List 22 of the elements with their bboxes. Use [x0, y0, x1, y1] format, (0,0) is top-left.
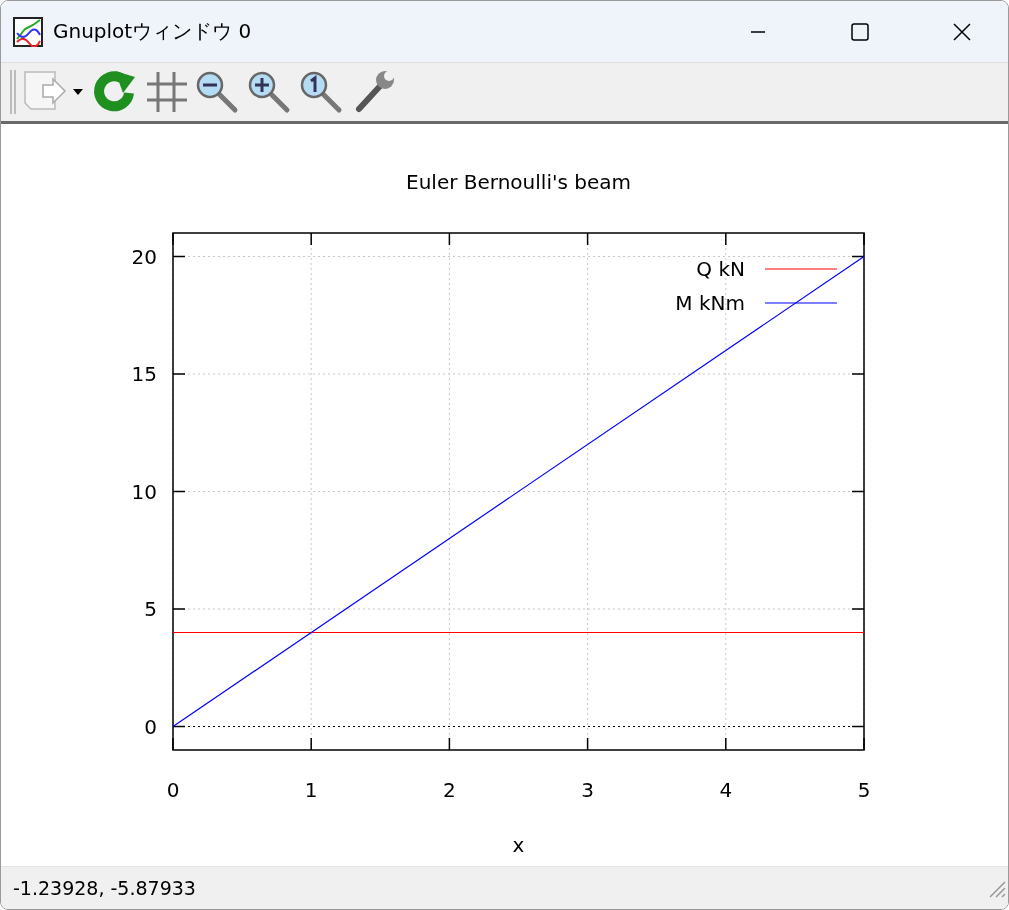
grip-icon [9, 68, 17, 116]
chart-title: Euler Bernoulli's beam [406, 170, 631, 194]
legend-label: M kNm [675, 291, 745, 315]
tick-label: 0 [144, 714, 157, 739]
tick-label: 5 [857, 778, 871, 802]
tick-label: 0 [166, 778, 180, 802]
tick-label: 15 [131, 362, 157, 386]
maximize-icon [851, 22, 869, 41]
tick-label: 20 [131, 244, 157, 269]
tick-label: 5 [144, 597, 157, 621]
chart-app-icon [13, 16, 43, 47]
tick-label: 3 [581, 778, 594, 802]
tick-label: 4 [719, 778, 733, 802]
tick-label: 10 [131, 479, 157, 504]
close-icon [953, 22, 971, 41]
legend-label: Q kN [696, 257, 745, 281]
window-title: Gnuplotウィンドウ 0 [53, 18, 253, 45]
cursor-coordinates: -1.23928, -5.87933 [13, 877, 196, 899]
tick-label: 2 [443, 778, 456, 802]
minimize-icon [750, 30, 766, 33]
axis-label: x [512, 833, 525, 857]
tick-label: 1 [304, 778, 318, 802]
